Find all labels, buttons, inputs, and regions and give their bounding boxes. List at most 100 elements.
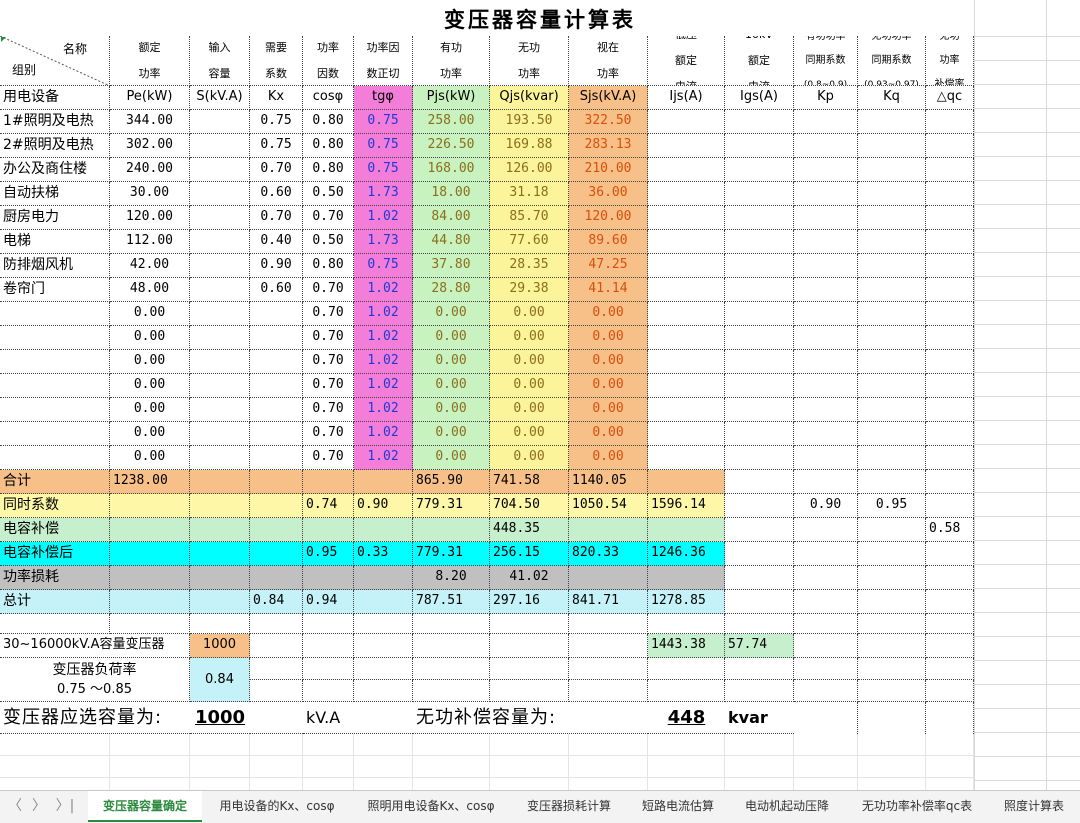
empty-cell[interactable] [926, 756, 974, 778]
device-pe[interactable]: 112.00 [110, 230, 190, 254]
device-name[interactable]: 厨房电力 [0, 206, 110, 230]
unit-header[interactable]: △qc [926, 86, 974, 110]
empty-cell[interactable] [794, 206, 858, 230]
total-pe[interactable]: 1238.00 [110, 470, 190, 494]
empty-cell[interactable] [569, 658, 648, 680]
empty-cell[interactable] [569, 778, 648, 790]
summary-cell[interactable] [110, 590, 190, 614]
empty-cell[interactable] [725, 302, 794, 326]
empty-cell[interactable] [794, 374, 858, 398]
device-qjs[interactable]: 28.35 [490, 254, 569, 278]
after-qjs[interactable]: 256.15 [490, 542, 569, 566]
device-tg[interactable]: 1.02 [354, 398, 413, 422]
device-pjs[interactable]: 258.00 [413, 110, 490, 134]
cap-qjs[interactable]: 448.35 [490, 518, 569, 542]
empty-cell[interactable] [926, 374, 974, 398]
empty-cell[interactable] [354, 634, 413, 658]
device-name[interactable]: 电梯 [0, 230, 110, 254]
device-pe[interactable]: 0.00 [110, 374, 190, 398]
empty-cell[interactable] [413, 658, 490, 680]
empty-cell[interactable] [569, 614, 648, 634]
summary-cell[interactable] [569, 566, 648, 590]
device-kx[interactable]: 0.60 [250, 182, 303, 206]
summary-cell[interactable] [926, 566, 974, 590]
device-s[interactable] [190, 110, 250, 134]
sheet-tab[interactable]: 照明用电设备Kx、cosφ [352, 791, 510, 822]
device-cos[interactable]: 0.70 [303, 302, 354, 326]
empty-cell[interactable] [794, 658, 858, 680]
empty-cell[interactable] [794, 446, 858, 470]
device-name[interactable] [0, 326, 110, 350]
sheet-tab[interactable]: 照度计算表 [990, 791, 1078, 822]
tab-nav-prev-icon[interactable]: 〈 [6, 791, 24, 822]
device-pjs[interactable]: 0.00 [413, 422, 490, 446]
transformer-igs[interactable]: 57.74 [725, 634, 794, 658]
device-pe[interactable]: 120.00 [110, 206, 190, 230]
device-pe[interactable]: 48.00 [110, 278, 190, 302]
empty-cell[interactable] [725, 350, 794, 374]
empty-cell[interactable] [794, 230, 858, 254]
empty-cell[interactable] [858, 702, 926, 734]
empty-cell[interactable] [926, 734, 974, 756]
empty-cell[interactable] [413, 614, 490, 634]
after-ijs[interactable]: 1246.36 [648, 542, 725, 566]
device-sjs[interactable]: 89.60 [569, 230, 648, 254]
device-cos[interactable]: 0.70 [303, 446, 354, 470]
device-sjs[interactable]: 0.00 [569, 374, 648, 398]
device-name[interactable] [0, 422, 110, 446]
device-kx[interactable]: 0.70 [250, 206, 303, 230]
empty-cell[interactable] [794, 756, 858, 778]
device-tg[interactable]: 0.75 [354, 110, 413, 134]
comp-result-value[interactable]: 448 [648, 702, 725, 734]
empty-cell[interactable] [413, 734, 490, 756]
empty-cell[interactable] [926, 230, 974, 254]
summary-cell[interactable] [190, 566, 250, 590]
device-name[interactable]: 自动扶梯 [0, 182, 110, 206]
empty-cell[interactable] [648, 326, 725, 350]
empty-cell[interactable] [648, 350, 725, 374]
row-label-devices[interactable]: 用电设备 [0, 86, 110, 110]
empty-cell[interactable] [926, 326, 974, 350]
empty-cell[interactable] [725, 680, 794, 702]
summary-row-label[interactable]: 电容补偿后 [0, 542, 110, 566]
empty-cell[interactable] [569, 734, 648, 756]
device-pjs[interactable]: 44.80 [413, 230, 490, 254]
empty-cell[interactable] [413, 634, 490, 658]
summary-cell[interactable] [190, 542, 250, 566]
device-qjs[interactable]: 0.00 [490, 302, 569, 326]
empty-cell[interactable] [490, 658, 569, 680]
summary-cell[interactable] [858, 470, 926, 494]
empty-cell[interactable] [725, 446, 794, 470]
empty-cell[interactable] [250, 680, 303, 702]
summary-cell[interactable] [725, 566, 794, 590]
device-sjs[interactable]: 0.00 [569, 422, 648, 446]
summary-cell[interactable] [354, 470, 413, 494]
empty-cell[interactable] [303, 756, 354, 778]
device-kx[interactable]: 0.90 [250, 254, 303, 278]
device-pe[interactable]: 0.00 [110, 350, 190, 374]
device-cos[interactable]: 0.80 [303, 254, 354, 278]
after-sjs[interactable]: 820.33 [569, 542, 648, 566]
empty-cell[interactable] [725, 134, 794, 158]
sim-sjs[interactable]: 1050.54 [569, 494, 648, 518]
empty-cell[interactable] [0, 778, 110, 790]
device-s[interactable] [190, 254, 250, 278]
empty-cell[interactable] [569, 756, 648, 778]
summary-row-label[interactable]: 同时系数 [0, 494, 110, 518]
device-pe[interactable]: 0.00 [110, 326, 190, 350]
device-kx[interactable]: 0.75 [250, 134, 303, 158]
empty-cell[interactable] [190, 734, 250, 756]
sim-qjs[interactable]: 704.50 [490, 494, 569, 518]
empty-column-area[interactable] [974, 0, 1080, 790]
column-header[interactable]: 有功 功率 [413, 36, 490, 86]
device-pjs[interactable]: 0.00 [413, 374, 490, 398]
device-qjs[interactable]: 0.00 [490, 398, 569, 422]
device-kx[interactable]: 0.40 [250, 230, 303, 254]
device-sjs[interactable]: 283.13 [569, 134, 648, 158]
summary-cell[interactable] [354, 590, 413, 614]
after-tg[interactable]: 0.33 [354, 542, 413, 566]
summary-cell[interactable] [794, 590, 858, 614]
empty-cell[interactable] [794, 182, 858, 206]
summary-cell[interactable] [110, 518, 190, 542]
device-name[interactable] [0, 302, 110, 326]
